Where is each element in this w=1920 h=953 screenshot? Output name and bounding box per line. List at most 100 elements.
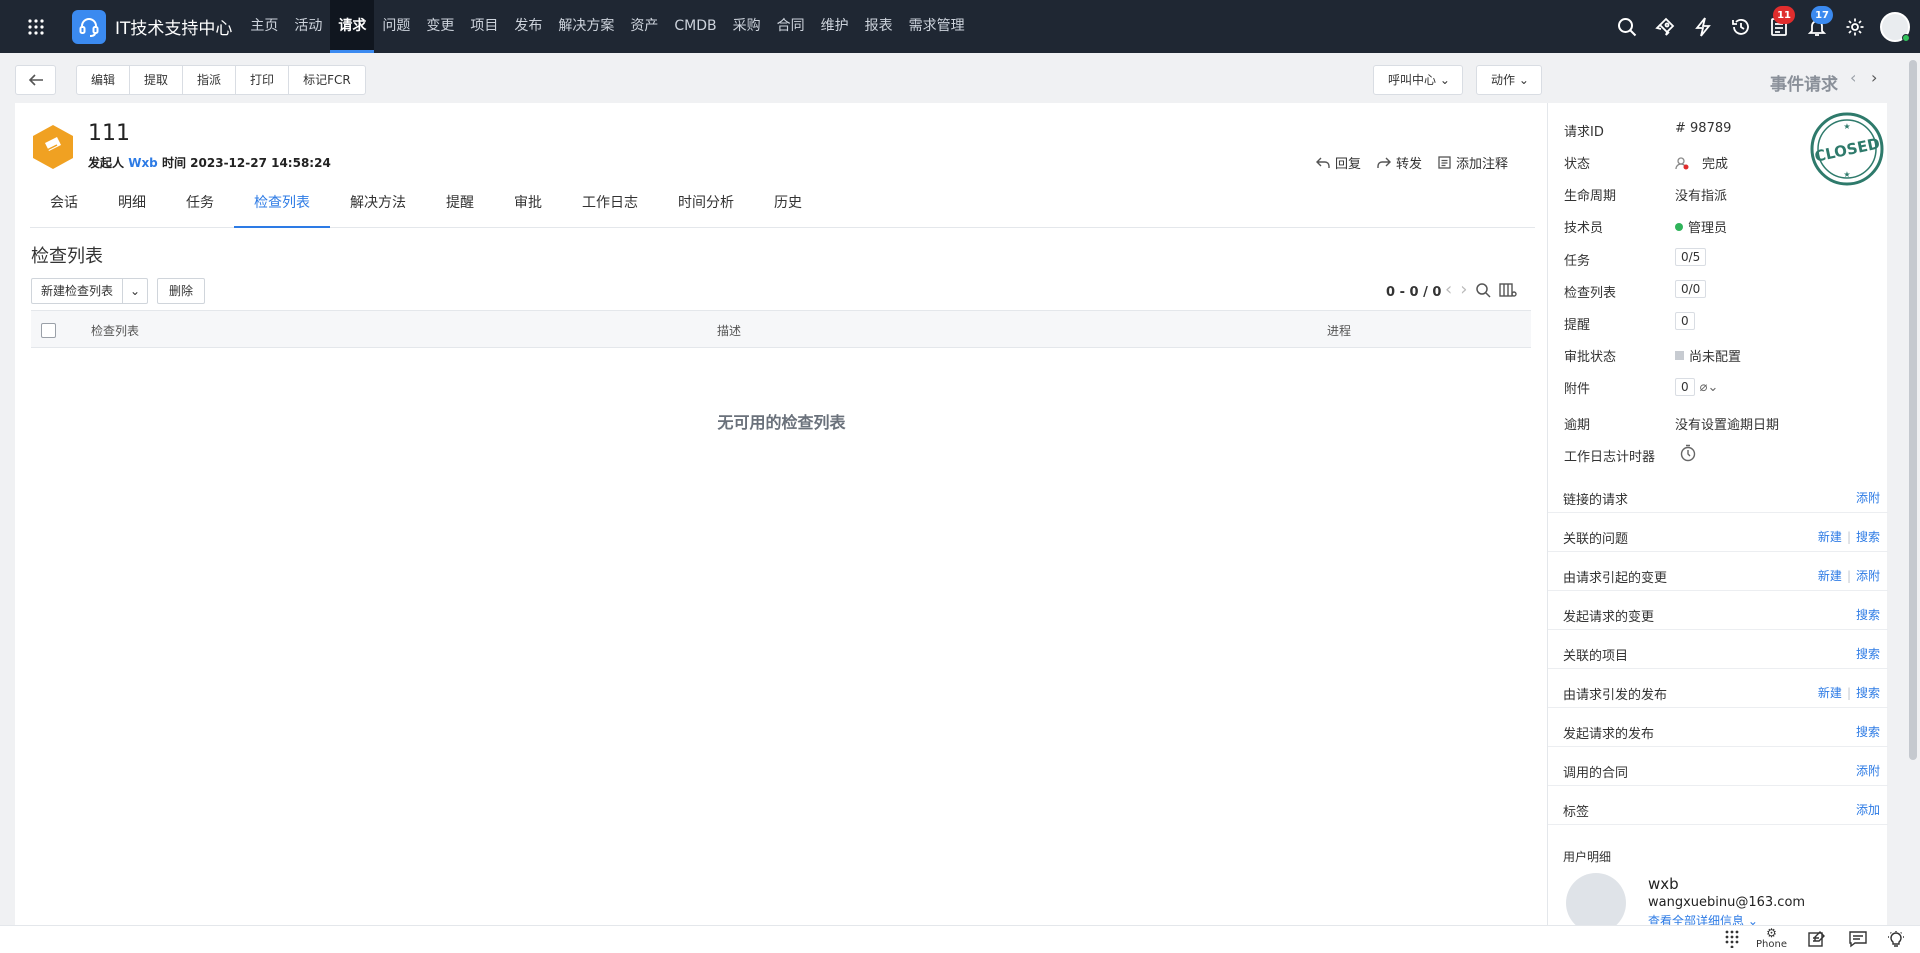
- tab-tasks[interactable]: 任务: [166, 179, 234, 227]
- lifecycle-value[interactable]: 没有指派: [1675, 185, 1727, 204]
- select-all-checkbox[interactable]: [41, 323, 56, 338]
- reminders-value[interactable]: 0: [1675, 312, 1695, 330]
- requester-label: 发起人: [88, 156, 125, 170]
- chevron-down-icon[interactable]: ⌄: [123, 279, 147, 303]
- new-checklist-button[interactable]: 新建检查列表 ⌄: [31, 278, 149, 304]
- nav-projects[interactable]: 项目: [462, 0, 506, 53]
- svg-text:★: ★: [1843, 122, 1850, 131]
- nav-home[interactable]: 主页: [242, 0, 286, 53]
- phone-button[interactable]: ⚙ Phone: [1756, 927, 1787, 950]
- nav-requests[interactable]: 请求: [330, 0, 375, 53]
- related-problems: 关联的问题 新建 | 搜索: [1548, 520, 1888, 552]
- tab-worklog[interactable]: 工作日志: [562, 179, 658, 227]
- add-note-button[interactable]: 添加注释: [1438, 153, 1508, 172]
- request-actions: 回复 转发 添加注释: [1315, 153, 1508, 172]
- mark-fcr-button[interactable]: 标记FCR: [289, 66, 365, 94]
- dialpad-icon[interactable]: [1725, 930, 1739, 948]
- next-page-icon[interactable]: ›: [1460, 279, 1467, 300]
- tab-checklist[interactable]: 检查列表: [234, 179, 330, 228]
- edit-button[interactable]: 编辑: [77, 66, 131, 94]
- search-link[interactable]: 搜索: [1856, 686, 1880, 700]
- history-icon[interactable]: [1722, 0, 1760, 53]
- call-center-dropdown[interactable]: 呼叫中心 ⌄: [1373, 65, 1463, 95]
- search-link[interactable]: 搜索: [1856, 530, 1880, 544]
- search-link[interactable]: 搜索: [1856, 647, 1880, 661]
- tab-reminders[interactable]: 提醒: [426, 179, 494, 227]
- tab-resolution[interactable]: 解决方法: [330, 179, 426, 227]
- tab-details[interactable]: 明细: [98, 179, 166, 227]
- print-button[interactable]: 打印: [236, 66, 290, 94]
- tab-history[interactable]: 历史: [754, 179, 822, 227]
- prev-arrow-icon[interactable]: ‹: [1850, 68, 1856, 87]
- related-label: 由请求引发的发布: [1563, 688, 1668, 703]
- back-button[interactable]: [15, 65, 56, 95]
- timer-icon[interactable]: [1679, 444, 1697, 462]
- paperclip-icon[interactable]: ⌀⌄: [1700, 380, 1719, 395]
- tab-approval[interactable]: 审批: [494, 179, 562, 227]
- bell-icon[interactable]: 17: [1798, 0, 1836, 53]
- search-icon[interactable]: [1608, 0, 1646, 53]
- nav-purchase[interactable]: 采购: [725, 0, 769, 53]
- nav-demand[interactable]: 需求管理: [901, 0, 973, 53]
- new-link[interactable]: 新建: [1818, 686, 1842, 700]
- attachments-value[interactable]: 0 ⌀⌄: [1675, 378, 1718, 396]
- technician-value[interactable]: 管理员: [1675, 217, 1727, 236]
- related-caused-releases: 由请求引发的发布 新建 | 搜索: [1548, 676, 1888, 708]
- forward-label: 转发: [1395, 157, 1422, 172]
- nav-changes[interactable]: 变更: [418, 0, 462, 53]
- related-label: 链接的请求: [1563, 493, 1629, 508]
- flash-icon[interactable]: [1684, 0, 1722, 53]
- due-value[interactable]: 没有设置逾期日期: [1675, 414, 1779, 433]
- new-link[interactable]: 新建: [1818, 530, 1842, 544]
- gear-icon[interactable]: [1836, 0, 1874, 53]
- nav-activity[interactable]: 活动: [286, 0, 330, 53]
- forward-button[interactable]: 转发: [1377, 153, 1422, 172]
- related-projects: 关联的项目 搜索: [1548, 637, 1888, 669]
- requester-link[interactable]: Wxb: [128, 156, 158, 170]
- assign-button[interactable]: 指派: [183, 66, 237, 94]
- panel-scrollbar[interactable]: [1909, 60, 1917, 760]
- nav-reports[interactable]: 报表: [857, 0, 901, 53]
- task-list-icon[interactable]: 11: [1760, 0, 1798, 53]
- actions-dropdown[interactable]: 动作 ⌄: [1476, 65, 1542, 95]
- prop-label-lifecycle: 生命周期: [1564, 189, 1617, 204]
- col-description[interactable]: 描述: [717, 322, 741, 339]
- col-checklist[interactable]: 检查列表: [91, 322, 139, 339]
- nav-contracts[interactable]: 合同: [769, 0, 813, 53]
- attach-link[interactable]: 添附: [1856, 569, 1880, 583]
- nav-cmdb[interactable]: CMDB: [666, 0, 724, 53]
- delete-button[interactable]: 删除: [157, 278, 206, 304]
- col-progress[interactable]: 进程: [1327, 322, 1351, 339]
- attach-link[interactable]: 添附: [1856, 764, 1880, 778]
- search-icon[interactable]: [1475, 282, 1491, 298]
- checklist-value[interactable]: 0/0: [1675, 280, 1707, 298]
- chat-icon[interactable]: [1849, 930, 1867, 948]
- app-grid-icon[interactable]: [0, 0, 72, 53]
- nav-maintenance[interactable]: 维护: [813, 0, 857, 53]
- search-link[interactable]: 搜索: [1856, 608, 1880, 622]
- reply-button[interactable]: 回复: [1315, 153, 1361, 172]
- tasks-value[interactable]: 0/5: [1675, 248, 1707, 266]
- new-link[interactable]: 新建: [1818, 569, 1842, 583]
- reply-icon: [1315, 157, 1330, 168]
- status-value[interactable]: 完成: [1675, 153, 1728, 172]
- user-avatar-top[interactable]: [1880, 11, 1910, 42]
- lightbulb-icon[interactable]: [1887, 930, 1905, 948]
- rocket-icon[interactable]: [1646, 0, 1684, 53]
- pickup-button[interactable]: 提取: [130, 66, 184, 94]
- tab-time-analysis[interactable]: 时间分析: [658, 179, 754, 227]
- attach-link[interactable]: 添附: [1856, 491, 1880, 505]
- tab-conversation[interactable]: 会话: [30, 179, 98, 227]
- section-title: 检查列表: [31, 246, 103, 267]
- nav-problems[interactable]: 问题: [374, 0, 418, 53]
- edit-note-icon[interactable]: [1808, 930, 1826, 948]
- brand[interactable]: IT技术支持中心: [72, 0, 232, 53]
- add-link[interactable]: 添加: [1856, 803, 1880, 817]
- next-arrow-icon[interactable]: ›: [1871, 68, 1877, 87]
- nav-solutions[interactable]: 解决方案: [550, 0, 622, 53]
- column-settings-icon[interactable]: [1499, 282, 1518, 298]
- nav-assets[interactable]: 资产: [622, 0, 666, 53]
- prev-page-icon[interactable]: ‹: [1445, 279, 1452, 300]
- search-link[interactable]: 搜索: [1856, 725, 1880, 739]
- nav-releases[interactable]: 发布: [506, 0, 550, 53]
